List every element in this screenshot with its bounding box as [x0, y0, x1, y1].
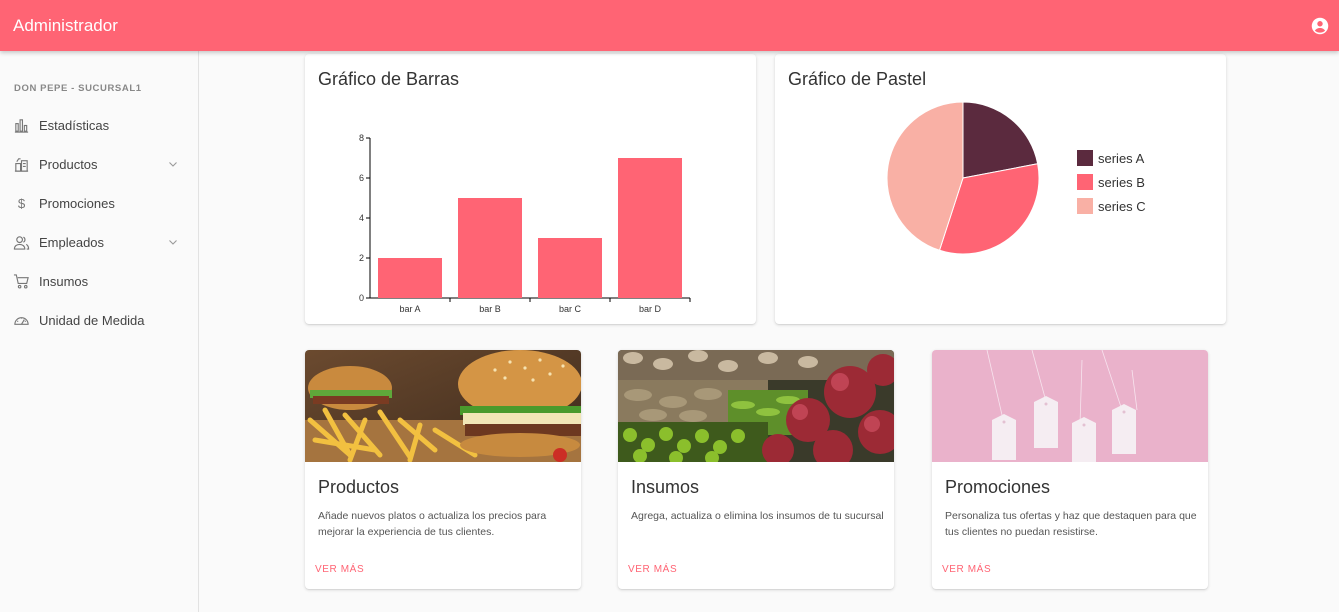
legend-item: series B [1077, 170, 1146, 194]
card-title: Insumos [631, 477, 700, 497]
y-tick-label: 4 [359, 213, 364, 223]
x-tick-label: bar D [639, 304, 662, 314]
legend-label: series C [1098, 198, 1146, 214]
ver-mas-button[interactable]: VER MÁS [942, 564, 991, 575]
sidebar-item-promociones[interactable]: $ Promociones [0, 184, 198, 223]
card-title: Productos [318, 477, 400, 497]
sidebar-item-empleados[interactable]: Empleados [0, 223, 198, 262]
dollar-icon: $ [12, 195, 30, 213]
productos-card: Productos Añade nuevos platos o actualiz… [305, 350, 581, 589]
bar [538, 238, 602, 298]
sidebar-item-insumos[interactable]: Insumos [0, 262, 198, 301]
sidebar-item-estadisticas[interactable]: Estadísticas [0, 106, 198, 145]
sidebar-item-unidad-de-medida[interactable]: Unidad de Medida [0, 301, 198, 340]
card-description: Agrega, actualiza o elimina los insumos … [631, 510, 884, 522]
x-tick-label: bar C [559, 304, 582, 314]
y-tick-label: 8 [359, 133, 364, 143]
x-tick-label: bar B [479, 304, 501, 314]
x-tick-label: bar A [399, 304, 420, 314]
card-description: Añade nuevos platos o actualiza los prec… [318, 510, 547, 538]
legend-label: series A [1098, 150, 1145, 166]
people-icon [12, 234, 30, 252]
sidebar: DON PEPE - SUCURSAL1 Estadísticas Produc… [0, 51, 199, 612]
sidebar-item-label: Empleados [39, 235, 105, 250]
y-tick-label: 6 [359, 173, 364, 183]
sidebar-item-label: Insumos [39, 274, 89, 289]
card-description: Personaliza tus ofertas y haz que destaq… [945, 510, 1197, 538]
chevron-down-icon[interactable] [168, 159, 178, 169]
bar-chart-card: Gráfico de Barras 0 2 4 6 8 bar Abar Bbar Cba… [305, 54, 756, 324]
bar [618, 158, 682, 298]
legend-swatch [1077, 174, 1093, 190]
bar [458, 198, 522, 298]
ver-mas-button[interactable]: VER MÁS [315, 564, 364, 575]
pie-legend: series A series B series C [1077, 146, 1146, 218]
sidebar-item-label: Estadísticas [39, 118, 110, 133]
insumos-card: Insumos Agrega, actualiza o elimina los … [618, 350, 894, 589]
burgers-and-fries-photo [305, 350, 581, 462]
legend-item: series A [1077, 146, 1146, 170]
pie-chart [886, 101, 1040, 255]
cart-icon [12, 273, 30, 291]
account-circle-icon[interactable] [1311, 17, 1329, 35]
svg-text:$: $ [17, 196, 25, 211]
sidebar-item-label: Promociones [39, 196, 115, 211]
sidebar-item-label: Unidad de Medida [39, 313, 145, 328]
legend-item: series C [1077, 194, 1146, 218]
store-icon [12, 156, 30, 174]
ver-mas-button[interactable]: VER MÁS [628, 564, 677, 575]
legend-label: series B [1098, 174, 1145, 190]
app-title: Administrador [13, 15, 118, 35]
bar [378, 258, 442, 298]
chevron-down-icon[interactable] [168, 237, 178, 247]
branch-name: DON PEPE - SUCURSAL1 [14, 83, 142, 94]
gauge-icon [12, 312, 30, 330]
promociones-card: Promociones Personaliza tus ofertas y ha… [932, 350, 1208, 589]
legend-swatch [1077, 150, 1093, 166]
app-bar: Administrador [0, 0, 1339, 51]
price-tags-photo [932, 350, 1208, 462]
bar-chart: 0 2 4 6 8 bar A bar B bar C bar D [359, 133, 691, 314]
bar-chart-icon [12, 117, 30, 135]
y-tick-label: 0 [359, 293, 364, 303]
sidebar-item-label: Productos [39, 157, 98, 172]
market-vegetables-photo [618, 350, 894, 462]
sidebar-item-productos[interactable]: Productos [0, 145, 198, 184]
legend-swatch [1077, 198, 1093, 214]
card-title: Promociones [945, 477, 1051, 497]
pie-chart-card: Gráfico de Pastel series A series B seri… [775, 54, 1226, 324]
y-tick-label: 2 [359, 253, 364, 263]
